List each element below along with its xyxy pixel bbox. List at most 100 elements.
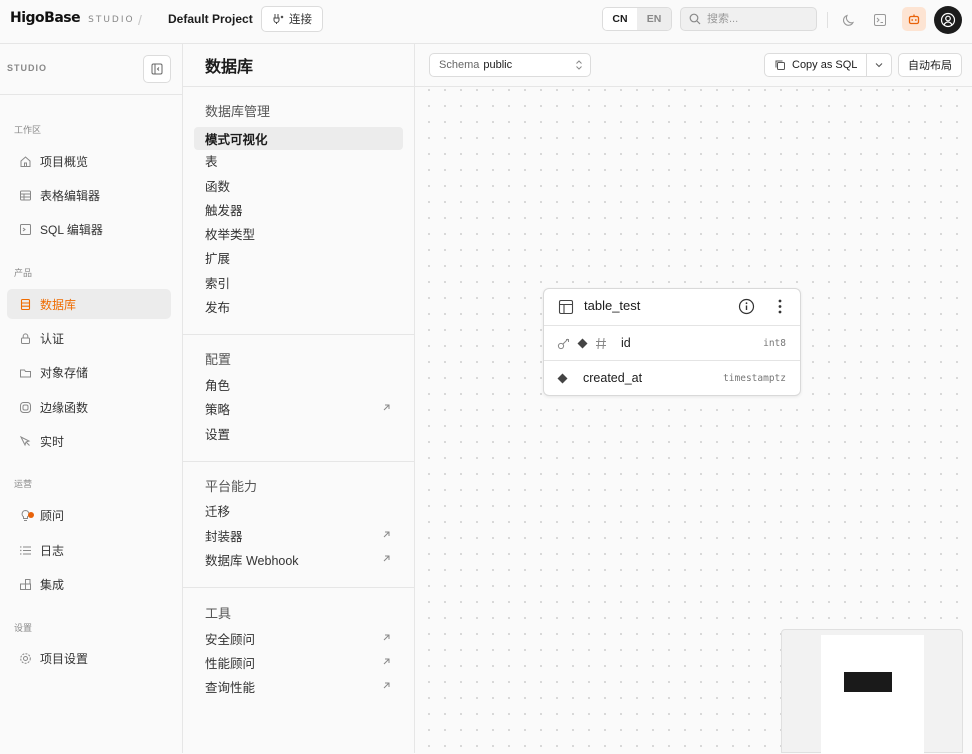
external-link-icon [383,658,390,665]
sidebar-item-overview[interactable]: 项目概览 [7,146,171,176]
lock-icon [21,332,30,344]
copy-as-sql-label: Copy as SQL [792,59,858,71]
sidebar-item-logs[interactable]: 日志 [7,535,171,565]
menu-item-performance-advisor[interactable]: 性能顾问 [194,651,403,674]
menu-item-label: 数据库 Webhook [205,554,299,568]
functions-icon [20,401,31,413]
menu-item-query-performance[interactable]: 查询性能 [194,675,403,698]
menu-group-title: 数据库管理 [205,104,271,119]
ai-assistant-button[interactable] [902,7,926,31]
menu-item-schema-visualizer[interactable]: 模式可视化 [194,127,403,150]
schema-select-value: public [483,59,513,71]
menu-item-functions[interactable]: 函数 [194,174,403,197]
sidebar-item-integrations[interactable]: 集成 [7,569,171,599]
logo[interactable]: HigoBase STUDIO [10,10,135,26]
sidebar-item-label: 实时 [40,434,65,449]
menu-item-enums[interactable]: 枚举类型 [194,222,403,245]
search-input[interactable] [707,13,807,25]
language-switch[interactable]: CN EN [602,7,672,31]
plug-icon [273,14,284,24]
sidebar-label: STUDIO [7,63,48,73]
menu-item-roles[interactable]: 角色 [194,373,403,396]
external-link-icon [383,555,390,562]
logo-text: HigoBase [10,10,81,26]
sidebar-item-advisor[interactable]: 顾问 [7,500,171,530]
sidebar-collapse-icon [151,63,163,75]
table-node-header: table_test [544,289,800,326]
table-column-row[interactable]: created_at timestamptz [544,361,800,396]
user-icon [940,12,956,28]
minimap-viewport[interactable] [821,635,924,754]
table-node[interactable]: table_test id int8 created_at timestampt… [543,288,801,396]
sidebar-item-table-editor[interactable]: 表格编辑器 [7,180,171,210]
sidebar-item-project-settings[interactable]: 项目设置 [7,643,171,673]
gear-icon [20,652,31,664]
menu-item-label: 安全顾问 [205,633,256,647]
connect-button[interactable]: 连接 [261,6,323,32]
column-name: id [621,336,631,350]
database-icon [20,298,31,310]
sidebar-item-sql-editor[interactable]: SQL 编辑器 [7,214,171,244]
menu-item-label: 策略 [205,403,231,417]
column-type: timestamptz [723,373,786,384]
sidebar-item-label: 表格编辑器 [40,188,101,203]
menu-item-policies[interactable]: 策略 [194,397,403,420]
menu-item-triggers[interactable]: 触发器 [194,198,403,221]
copy-as-sql-button[interactable]: Copy as SQL [765,54,867,76]
chevron-up-down-icon [576,60,582,70]
menu-item-indexes[interactable]: 索引 [194,271,403,294]
robot-icon [908,14,920,25]
theme-toggle-button[interactable] [838,9,860,31]
sidebar-item-database[interactable]: 数据库 [7,289,171,319]
more-vertical-icon[interactable] [777,298,783,315]
external-link-icon [383,634,390,641]
sidebar-item-auth[interactable]: 认证 [7,323,171,353]
sidebar-item-label: 数据库 [40,297,77,312]
table-node-name: table_test [584,298,641,313]
menu-group-title: 工具 [205,606,232,621]
column-type: int8 [763,338,786,349]
menu-item-migrations[interactable]: 迁移 [194,499,403,522]
terminal-button[interactable] [869,9,891,31]
project-name[interactable]: Default Project [168,12,253,26]
breadcrumb-separator: / [138,12,142,28]
menu-item-extensions[interactable]: 扩展 [194,246,403,269]
menu-item-tables[interactable]: 表 [194,149,403,172]
schema-select[interactable]: Schema public [429,53,591,77]
sidebar-item-storage[interactable]: 对象存储 [7,357,171,387]
table-icon [20,190,31,200]
sidebar-item-label: 认证 [40,331,65,346]
sidebar-item-label: 项目概览 [40,154,89,169]
menu-item-security-advisor[interactable]: 安全顾问 [194,627,403,650]
hash-icon [596,337,606,350]
menu-divider [183,587,414,588]
puzzle-icon [20,578,31,590]
copy-icon [775,60,785,70]
table-column-row[interactable]: id int8 [544,326,800,361]
avatar[interactable] [934,6,962,34]
search-icon [689,13,701,25]
menu-item-publications[interactable]: 发布 [194,295,403,318]
menu-item-settings[interactable]: 设置 [194,422,403,445]
database-menu: 数据库 数据库管理 模式可视化 表 函数 触发器 枚举类型 扩展 索引 发布 配… [183,44,415,753]
auto-layout-button[interactable]: 自动布局 [898,53,962,77]
sidebar-item-label: 对象存储 [40,365,89,380]
terminal-icon [20,223,31,235]
copy-options-dropdown[interactable] [867,54,891,76]
info-icon[interactable] [738,298,755,315]
minimap[interactable] [781,629,963,754]
menu-item-webhooks[interactable]: 数据库 Webhook [194,548,403,571]
sidebar-item-edge-functions[interactable]: 边缘函数 [7,392,171,422]
collapse-sidebar-button[interactable] [143,55,171,83]
sidebar-header: STUDIO [0,44,182,95]
menu-item-wrappers[interactable]: 封装器 [194,524,403,547]
search-box[interactable] [680,7,817,31]
lang-cn-button[interactable]: CN [603,8,637,30]
lang-en-button[interactable]: EN [637,8,671,30]
sidebar-item-realtime[interactable]: 实时 [7,426,171,456]
column-name: created_at [583,371,643,385]
external-link-icon [383,682,390,689]
list-icon [20,545,31,555]
schema-select-key: Schema [439,59,480,71]
menu-title: 数据库 [183,44,414,87]
